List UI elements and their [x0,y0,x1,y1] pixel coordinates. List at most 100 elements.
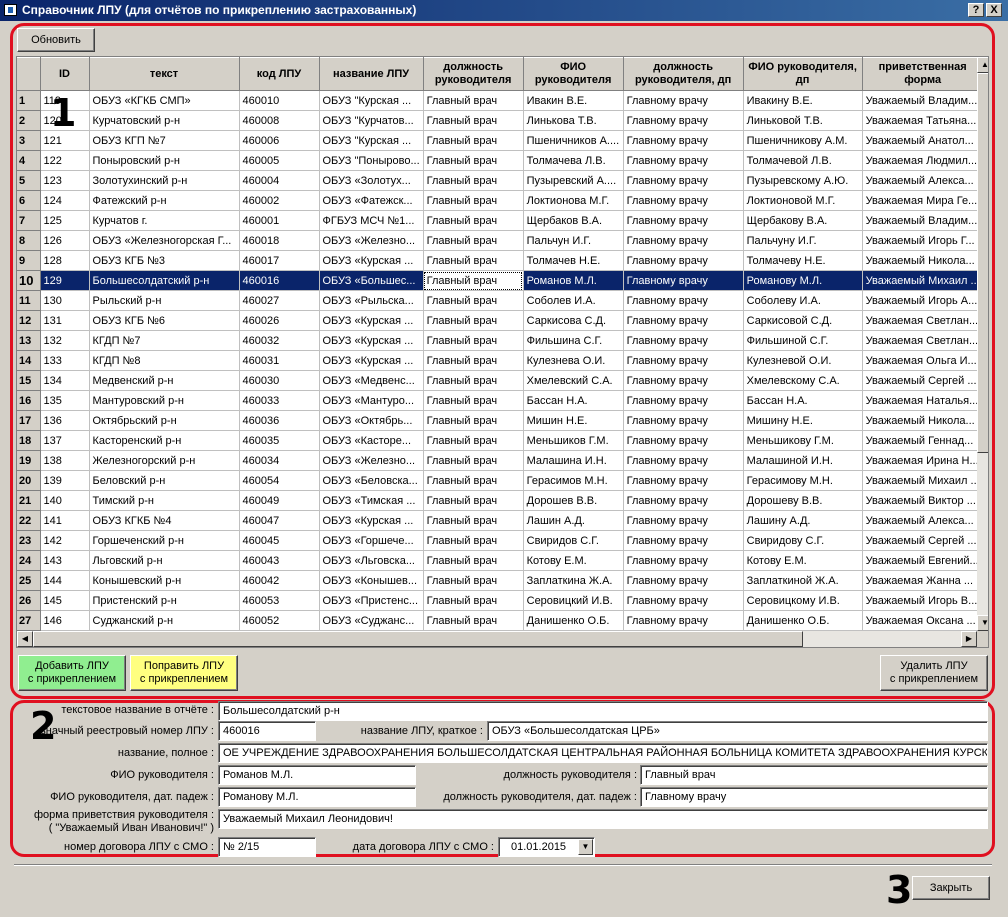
cell-fio[interactable]: Саркисова С.Д. [523,310,624,331]
cell-fio-dp[interactable]: Линьковой Т.В. [743,110,863,131]
cell-id[interactable]: 124 [40,190,90,211]
table-row[interactable]: 14 133 КГДП №8 460031 ОБУЗ «Курская ... Главн… [17,350,984,371]
reg-number-field[interactable]: 460016 [218,721,316,741]
row-number[interactable]: 10 [17,270,41,291]
table-row[interactable]: 20 139 Беловский р-н 460054 ОБУЗ «Беловска..… [17,470,984,491]
table-row[interactable]: 2 120 Курчатовский р-н 460008 ОБУЗ "Курчатов… [17,110,984,131]
cell-post-dp[interactable]: Главному врачу [623,230,744,251]
cell-id[interactable]: 128 [40,250,90,271]
cell-greeting[interactable]: Уважаемый Сергей ... [862,530,984,551]
cell-greeting[interactable]: Уважаемый Никола... [862,250,984,271]
cell-id[interactable]: 142 [40,530,90,551]
cell-text[interactable]: ОБУЗ КГП №7 [89,130,240,151]
cell-name[interactable]: ОБУЗ «Пристенс... [319,590,424,611]
cell-fio[interactable]: Хмелевский С.А. [523,370,624,391]
table-row[interactable]: 18 137 Касторенский р-н 460035 ОБУЗ «Касторе… [17,430,984,451]
cell-fio-dp[interactable]: Локтионовой М.Г. [743,190,863,211]
cell-id[interactable]: 129 [40,270,90,291]
cell-fio-dp[interactable]: Пальчуну И.Г. [743,230,863,251]
row-number[interactable]: 13 [17,330,41,351]
table-row[interactable]: 27 146 Суджанский р-н 460052 ОБУЗ «Суджанс..… [17,610,984,631]
cell-post[interactable]: Главный врач [423,490,524,511]
cell-post-dp[interactable]: Главному врачу [623,410,744,431]
row-number[interactable]: 21 [17,490,41,511]
cell-fio-dp[interactable]: Фильшиной С.Г. [743,330,863,351]
row-number[interactable]: 24 [17,550,41,571]
table-row[interactable]: 5 123 Золотухинский р-н 460004 ОБУЗ «Золотух… [17,170,984,191]
cell-post[interactable]: Главный врач [423,110,524,131]
cell-fio-dp[interactable]: Ивакину В.Е. [743,90,863,111]
cell-id[interactable]: 144 [40,570,90,591]
table-row[interactable]: 12 131 ОБУЗ КГБ №6 460026 ОБУЗ «Курская ... Г… [17,310,984,331]
cell-post-dp[interactable]: Главному врачу [623,90,744,111]
cell-id[interactable]: 141 [40,510,90,531]
head-fio-dp-field[interactable]: Романову М.Л. [218,787,416,807]
cell-post-dp[interactable]: Главному врачу [623,250,744,271]
cell-fio-dp[interactable]: Дорошеву В.В. [743,490,863,511]
cell-post-dp[interactable]: Главному врачу [623,610,744,631]
cell-post[interactable]: Главный врач [423,250,524,271]
cell-post-dp[interactable]: Главному врачу [623,550,744,571]
cell-code[interactable]: 460016 [239,270,320,291]
cell-code[interactable]: 460036 [239,410,320,431]
cell-fio-dp[interactable]: Малашиной И.Н. [743,450,863,471]
cell-fio-dp[interactable]: Хмелевскому С.А. [743,370,863,391]
cell-fio[interactable]: Линькова Т.В. [523,110,624,131]
cell-code[interactable]: 460027 [239,290,320,311]
cell-code[interactable]: 460042 [239,570,320,591]
cell-fio-dp[interactable]: Серовицкому И.В. [743,590,863,611]
vertical-scroll-thumb[interactable] [977,73,988,453]
grid-vertical-scrollbar[interactable]: ▲ ▼ [977,57,988,631]
cell-id[interactable]: 140 [40,490,90,511]
cell-post-dp[interactable]: Главному врачу [623,330,744,351]
cell-post[interactable]: Главный врач [423,510,524,531]
cell-id[interactable]: 135 [40,390,90,411]
dropdown-arrow-icon[interactable]: ▼ [578,839,593,855]
row-number[interactable]: 23 [17,530,41,551]
row-number[interactable]: 6 [17,190,41,211]
cell-id[interactable]: 138 [40,450,90,471]
cell-fio[interactable]: Дорошев В.В. [523,490,624,511]
cell-greeting[interactable]: Уважаемый Виктор ... [862,490,984,511]
cell-code[interactable]: 460054 [239,470,320,491]
cell-code[interactable]: 460018 [239,230,320,251]
row-number[interactable]: 11 [17,290,41,311]
cell-greeting[interactable]: Уважаемый Никола... [862,410,984,431]
cell-name[interactable]: ОБУЗ «Суджанс... [319,610,424,631]
cell-post[interactable]: Главный врач [423,130,524,151]
cell-greeting[interactable]: Уважаемый Евгений... [862,550,984,571]
cell-id[interactable]: 132 [40,330,90,351]
table-row[interactable]: 15 134 Медвенский р-н 460030 ОБУЗ «Медвенс..… [17,370,984,391]
cell-fio-dp[interactable]: Толмачеву Н.Е. [743,250,863,271]
cell-fio-dp[interactable]: Романову М.Л. [743,270,863,291]
row-number[interactable]: 4 [17,150,41,171]
cell-fio[interactable]: Щербаков В.А. [523,210,624,231]
cell-name[interactable]: ОБУЗ «Курская ... [319,310,424,331]
cell-id[interactable]: 145 [40,590,90,611]
cell-fio[interactable]: Пузыревский А.... [523,170,624,191]
cell-post[interactable]: Главный врач [423,550,524,571]
cell-fio-dp[interactable]: Соболеву И.А. [743,290,863,311]
cell-fio-dp[interactable]: Лашину А.Д. [743,510,863,531]
cell-post-dp[interactable]: Главному врачу [623,210,744,231]
cell-text[interactable]: Медвенский р-н [89,370,240,391]
cell-post-dp[interactable]: Главному врачу [623,270,744,291]
cell-fio-dp[interactable]: Мишину Н.Е. [743,410,863,431]
cell-text[interactable]: Рыльский р-н [89,290,240,311]
cell-code[interactable]: 460017 [239,250,320,271]
cell-post-dp[interactable]: Главному врачу [623,390,744,411]
cell-post-dp[interactable]: Главному врачу [623,190,744,211]
contract-number-field[interactable]: № 2/15 [218,837,316,857]
cell-greeting[interactable]: Уважаемый Михаил ... [862,270,984,291]
column-header-post[interactable]: должность руководителя [423,57,524,91]
cell-fio[interactable]: Толмачев Н.Е. [523,250,624,271]
cell-text[interactable]: Курчатовский р-н [89,110,240,131]
cell-text[interactable]: Пристенский р-н [89,590,240,611]
greeting-field[interactable]: Уважаемый Михаил Леонидович! [218,809,988,829]
cell-code[interactable]: 460030 [239,370,320,391]
cell-code[interactable]: 460043 [239,550,320,571]
cell-id[interactable]: 137 [40,430,90,451]
cell-code[interactable]: 460047 [239,510,320,531]
table-row[interactable]: 3 121 ОБУЗ КГП №7 460006 ОБУЗ "Курская ... Гл… [17,130,984,151]
cell-fio[interactable]: Заплаткина Ж.А. [523,570,624,591]
